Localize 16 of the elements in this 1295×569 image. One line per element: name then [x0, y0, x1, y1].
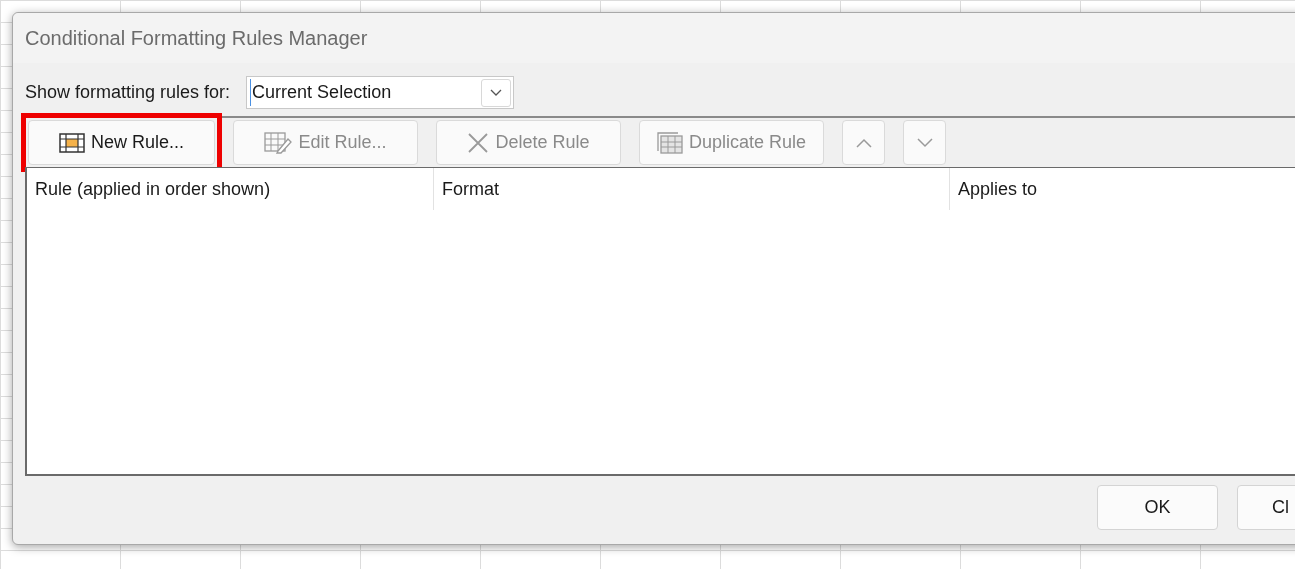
ok-button[interactable]: OK	[1097, 485, 1218, 530]
filter-label: Show formatting rules for:	[25, 81, 231, 104]
window-title: Conditional Formatting Rules Manager	[25, 26, 368, 51]
column-header[interactable]: Format	[434, 175, 499, 203]
stacked-table-icon	[656, 131, 683, 154]
new-rule-button[interactable]: New Rule...	[28, 120, 215, 165]
column-header[interactable]: Rule (applied in order shown)	[27, 175, 271, 203]
dialog-button[interactable]: Cl	[1237, 485, 1295, 530]
chevron-up-icon	[855, 137, 872, 148]
table-pencil-icon	[264, 131, 293, 154]
column-header[interactable]: Applies to	[950, 175, 1038, 203]
delete-icon	[467, 131, 490, 154]
table-icon	[58, 132, 85, 153]
rules-scope-dropdown[interactable]: Current Selection	[246, 76, 515, 109]
chevron-down-icon	[490, 88, 503, 97]
chevron-down-icon	[916, 137, 933, 148]
